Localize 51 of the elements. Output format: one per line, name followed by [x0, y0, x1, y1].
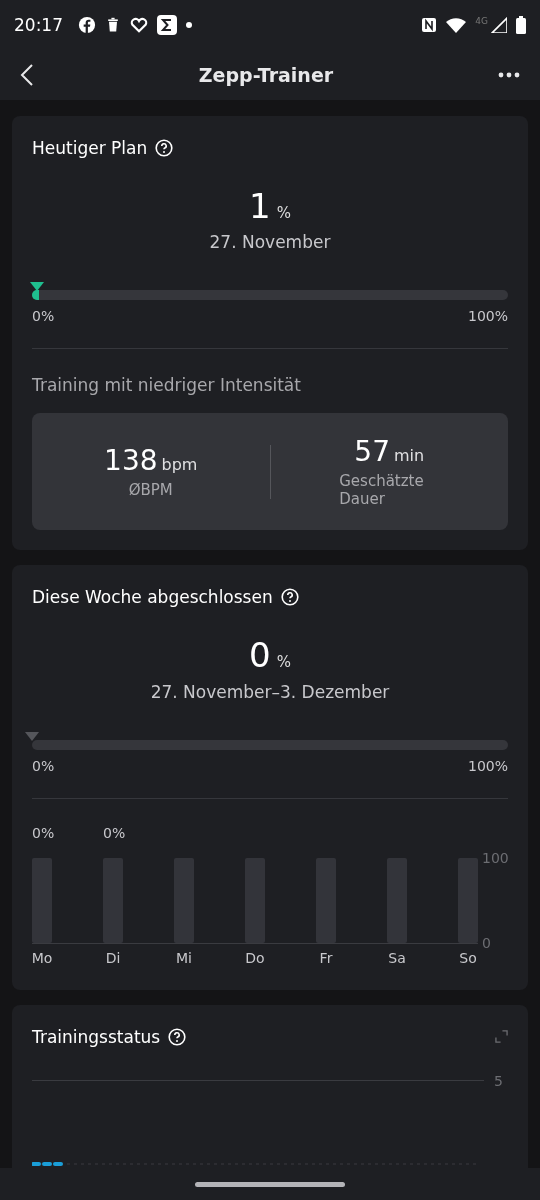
heart-icon [130, 16, 148, 34]
value-label: 0% [103, 824, 126, 841]
axis-tick: 100 [482, 849, 508, 866]
percent-value: 1 [249, 188, 271, 226]
nfc-icon [421, 17, 438, 33]
home-indicator[interactable] [195, 1181, 345, 1187]
percent-unit: % [276, 204, 291, 222]
stat-unit: min [394, 446, 425, 466]
sigma-icon [157, 15, 177, 35]
stat-value: 138 [104, 444, 158, 478]
axis-label: Mo [32, 949, 53, 966]
signal-icon [491, 17, 507, 33]
battery-icon [516, 16, 526, 34]
clock-time: 20:17 [14, 15, 63, 35]
facebook-icon [78, 16, 96, 34]
stat-unit: bpm [161, 455, 198, 475]
date-label: 27. November [208, 232, 332, 253]
trash-icon [105, 16, 121, 34]
stat-value: 57 [354, 435, 390, 469]
card-title: Diese Woche abgeschlossen [32, 587, 273, 608]
more-icon [498, 72, 520, 78]
progress-fill [32, 290, 40, 301]
min-label: 0% [32, 757, 55, 774]
training-type: Training mit niedriger Intensität [32, 375, 302, 396]
wifi-icon [446, 17, 467, 33]
axis-label: Fr [319, 949, 333, 966]
axis-label: So [459, 949, 477, 966]
percent-unit: % [276, 653, 291, 672]
network-label: 4G [475, 16, 488, 26]
page-title: Zepp-Trainer [198, 64, 334, 86]
help-icon[interactable] [155, 139, 174, 157]
min-label: 0% [32, 308, 55, 325]
percent-value: 0 [249, 637, 271, 675]
axis-label: Mi [176, 949, 192, 966]
axis-tick: 5 [494, 1072, 504, 1089]
axis-label: Do [245, 949, 265, 966]
back-icon [20, 63, 34, 87]
max-label: 100% [467, 757, 508, 774]
max-label: 100% [467, 308, 508, 325]
axis-tick: 0 [482, 934, 491, 951]
card-title: Trainingsstatus [32, 1026, 161, 1047]
stat-label: ØBPM [128, 481, 173, 500]
help-icon[interactable] [280, 588, 299, 607]
help-icon[interactable] [168, 1027, 187, 1046]
card-title: Heutiger Plan [32, 138, 148, 158]
date-label: 27. November–3. Dezember [149, 681, 391, 702]
dot-icon [186, 22, 192, 28]
axis-label: Di [105, 949, 121, 966]
value-label: 0% [32, 824, 55, 841]
axis-label: Sa [388, 949, 406, 966]
stat-label: Geschätzte Dauer [339, 472, 425, 509]
